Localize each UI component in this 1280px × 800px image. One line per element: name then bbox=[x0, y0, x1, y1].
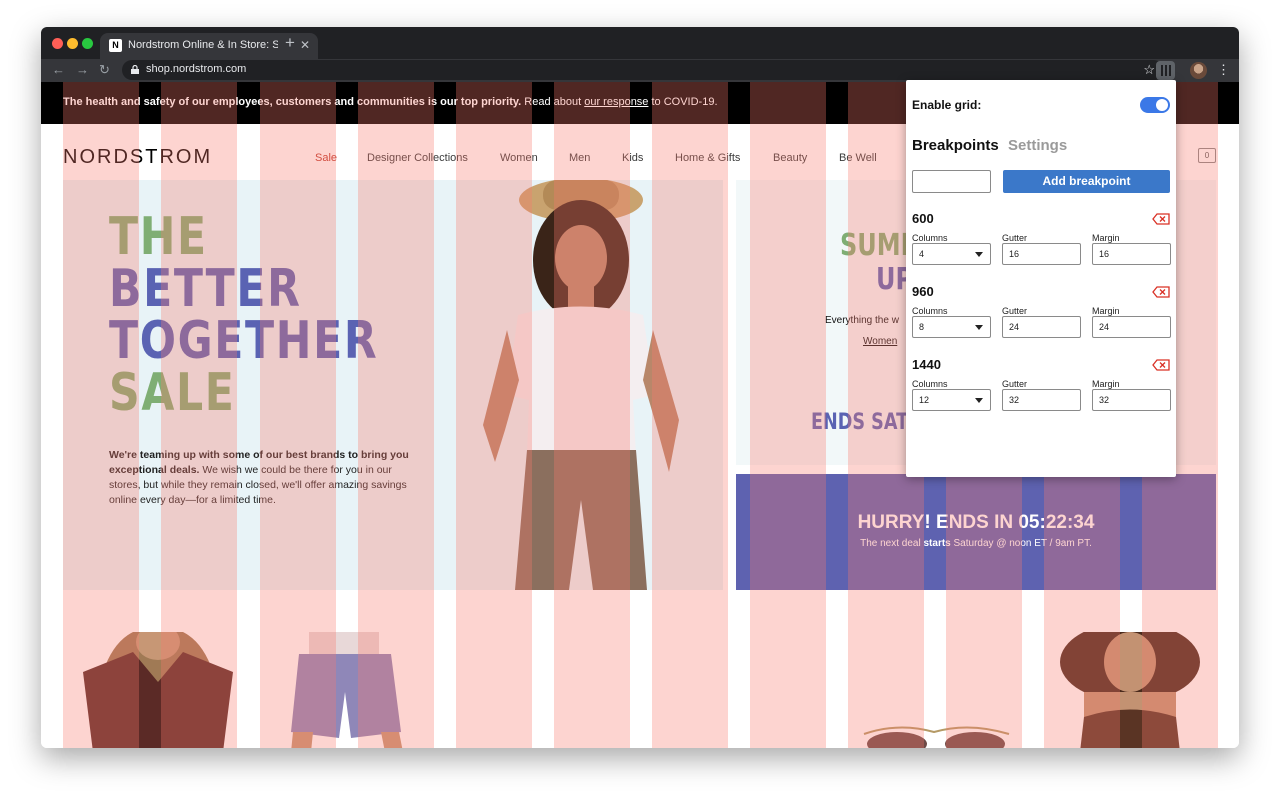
covid-banner-text: The health and safety of our employees, … bbox=[63, 96, 718, 108]
tab-bar: N Nordstrom Online & In Store: Shoes, Je… bbox=[41, 27, 1239, 59]
hero-banner[interactable]: THE BETTER TOGETHER SALE We're teaming u… bbox=[63, 180, 723, 590]
columns-label: Columns bbox=[912, 379, 948, 389]
nav-designer-collections[interactable]: Designer Collections bbox=[367, 152, 468, 164]
gutter-label: Gutter bbox=[1002, 306, 1028, 316]
gutter-label: Gutter bbox=[1002, 233, 1028, 243]
shopping-bag-icon[interactable]: 0 bbox=[1198, 148, 1216, 163]
close-tab-icon[interactable]: ✕ bbox=[300, 38, 310, 52]
grid-extension-popup: Enable grid: Breakpoints Settings Add br… bbox=[906, 80, 1176, 477]
delete-breakpoint-icon[interactable] bbox=[1152, 286, 1170, 298]
grid-extension-icon[interactable] bbox=[1156, 61, 1175, 80]
delete-breakpoint-icon[interactable] bbox=[1152, 359, 1170, 371]
browser-window: N Nordstrom Online & In Store: Shoes, Je… bbox=[41, 27, 1239, 748]
gutter-input[interactable]: 16 bbox=[1002, 243, 1081, 265]
url-text[interactable]: shop.nordstrom.com bbox=[146, 63, 246, 75]
tab-settings[interactable]: Settings bbox=[1008, 137, 1067, 154]
nordstrom-favicon-icon: N bbox=[109, 39, 122, 52]
headline-line-4: SALE bbox=[109, 363, 236, 423]
chevron-down-icon bbox=[975, 398, 983, 403]
breakpoint-width: 960 bbox=[912, 284, 934, 299]
omnibox[interactable]: shop.nordstrom.com ☆ bbox=[122, 60, 1164, 80]
chrome-menu-icon[interactable]: ⋮ bbox=[1217, 61, 1230, 79]
gutter-label: Gutter bbox=[1002, 379, 1028, 389]
gutter-input[interactable]: 24 bbox=[1002, 316, 1081, 338]
countdown-sub-pre: The next deal bbox=[860, 538, 924, 549]
banner-bold-text: The health and safety of our employees, … bbox=[63, 96, 522, 108]
close-window-button[interactable] bbox=[52, 38, 63, 49]
enable-grid-label: Enable grid: bbox=[912, 98, 982, 112]
nav-sale[interactable]: Sale bbox=[315, 152, 337, 164]
forward-icon[interactable]: → bbox=[76, 61, 89, 79]
product-image-model-top[interactable] bbox=[1044, 632, 1216, 748]
nav-kids[interactable]: Kids bbox=[622, 152, 643, 164]
product-image-shorts[interactable] bbox=[281, 632, 411, 748]
gutter-input[interactable]: 32 bbox=[1002, 389, 1081, 411]
enable-grid-toggle[interactable] bbox=[1140, 97, 1170, 113]
columns-select[interactable]: 8 bbox=[912, 316, 991, 338]
nav-men[interactable]: Men bbox=[569, 152, 590, 164]
columns-select[interactable]: 4 bbox=[912, 243, 991, 265]
reload-icon[interactable]: ↻ bbox=[99, 61, 110, 79]
nordstrom-logo[interactable]: NORDSTROM bbox=[63, 146, 212, 169]
product-image-sunglasses[interactable] bbox=[859, 722, 1014, 748]
minimize-window-button[interactable] bbox=[67, 38, 78, 49]
bookmark-star-icon[interactable]: ☆ bbox=[1143, 62, 1155, 78]
headline-line-3: TOGETHER bbox=[109, 311, 379, 371]
columns-label: Columns bbox=[912, 306, 948, 316]
chevron-down-icon bbox=[975, 252, 983, 257]
countdown-sub-post: Saturday @ noon ET / 9am PT. bbox=[950, 538, 1092, 549]
address-bar: ← → ↻ shop.nordstrom.com ☆ ⋮ bbox=[41, 59, 1239, 82]
product-image-tshirt[interactable] bbox=[73, 632, 238, 748]
columns-value: 4 bbox=[919, 249, 925, 259]
breakpoint-width: 600 bbox=[912, 211, 934, 226]
maximize-window-button[interactable] bbox=[82, 38, 93, 49]
back-icon[interactable]: ← bbox=[52, 61, 65, 79]
banner-pre-link: Read about bbox=[521, 96, 585, 108]
banner-post-link: to COVID-19. bbox=[648, 96, 718, 108]
tab-title: Nordstrom Online & In Store: Shoes, Jewe… bbox=[128, 39, 278, 51]
nav-women[interactable]: Women bbox=[500, 152, 538, 164]
delete-breakpoint-icon[interactable] bbox=[1152, 213, 1170, 225]
columns-select[interactable]: 12 bbox=[912, 389, 991, 411]
margin-input[interactable]: 24 bbox=[1092, 316, 1171, 338]
breakpoint-width: 1440 bbox=[912, 357, 941, 372]
covid-response-link[interactable]: our response bbox=[584, 96, 648, 108]
lock-icon bbox=[131, 65, 139, 74]
tab-breakpoints[interactable]: Breakpoints bbox=[912, 137, 999, 154]
hero-promo-text: We're teaming up with some of our best b… bbox=[109, 448, 409, 508]
countdown-sub-bold: starts bbox=[923, 538, 951, 549]
profile-avatar[interactable] bbox=[1190, 62, 1207, 79]
toggle-knob bbox=[1156, 99, 1168, 111]
new-breakpoint-input[interactable] bbox=[912, 170, 991, 193]
add-breakpoint-button[interactable]: Add breakpoint bbox=[1003, 170, 1170, 193]
columns-label: Columns bbox=[912, 233, 948, 243]
summer-women-link[interactable]: Women bbox=[863, 336, 897, 347]
countdown-banner[interactable]: HURRY! ENDS IN 05:22:34 The next deal st… bbox=[736, 474, 1216, 590]
headline-line-2: BETTER bbox=[109, 259, 302, 319]
countdown-headline: HURRY! ENDS IN 05:22:34 bbox=[857, 512, 1095, 533]
headline-line-1: THE bbox=[109, 207, 208, 267]
nav-beauty[interactable]: Beauty bbox=[773, 152, 807, 164]
summer-subtext: Everything the w bbox=[825, 315, 899, 326]
columns-value: 12 bbox=[919, 395, 930, 405]
margin-label: Margin bbox=[1092, 306, 1120, 316]
model-image bbox=[483, 180, 679, 590]
countdown-subtext: The next deal starts Saturday @ noon ET … bbox=[736, 538, 1216, 549]
margin-label: Margin bbox=[1092, 233, 1120, 243]
nav-be-well[interactable]: Be Well bbox=[839, 152, 877, 164]
margin-input[interactable]: 16 bbox=[1092, 243, 1171, 265]
columns-value: 8 bbox=[919, 322, 925, 332]
chevron-down-icon bbox=[975, 325, 983, 330]
nav-home-gifts[interactable]: Home & Gifts bbox=[675, 152, 740, 164]
margin-input[interactable]: 32 bbox=[1092, 389, 1171, 411]
margin-label: Margin bbox=[1092, 379, 1120, 389]
new-tab-button[interactable]: + bbox=[285, 34, 295, 52]
